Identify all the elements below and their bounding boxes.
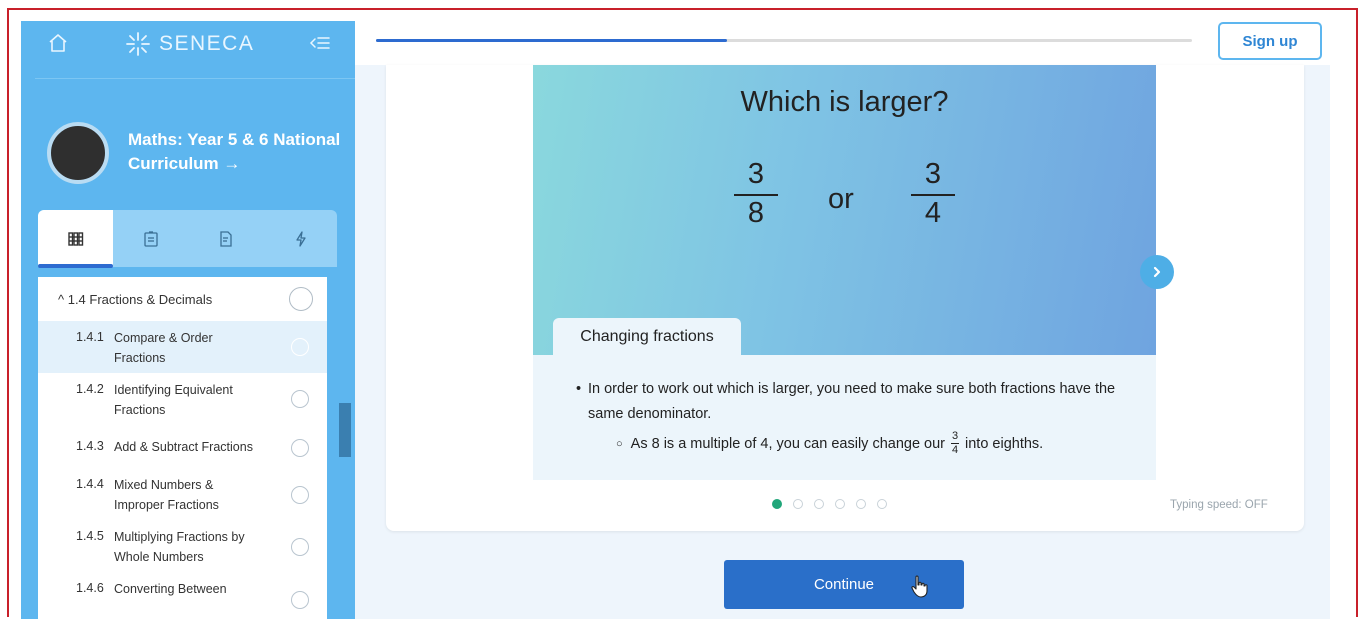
list-item[interactable]: 1.4.6 Converting Between (38, 573, 327, 619)
item-number: 1.4.4 (76, 477, 104, 491)
document-icon (219, 230, 232, 247)
slide-dot[interactable] (835, 499, 845, 509)
fraction-b-numerator: 3 (924, 158, 942, 190)
inline-fraction-denominator: 4 (951, 444, 959, 456)
item-label: Identifying Equivalent Fractions (114, 383, 233, 417)
collapse-sidebar-icon[interactable] (309, 34, 331, 52)
slide-dots (772, 499, 887, 509)
sidebar-scrollbar[interactable] (339, 403, 351, 457)
item-label: Mixed Numbers & Improper Fractions (114, 478, 219, 512)
notes-icon (143, 230, 158, 247)
item-progress-icon (291, 591, 309, 609)
tab-notes[interactable] (113, 210, 188, 267)
inline-fraction-numerator: 3 (951, 430, 959, 442)
tab-document[interactable] (188, 210, 263, 267)
tab-quick[interactable] (263, 210, 338, 267)
item-progress-icon (291, 338, 309, 356)
sidebar: SENECA Maths: Year 5 & 6 National Curric… (21, 21, 355, 619)
item-label: Multiplying Fractions by Whole Numbers (114, 530, 245, 564)
typing-speed-toggle[interactable]: Typing speed: OFF (1170, 499, 1268, 511)
top-bar (355, 21, 1330, 65)
sidebar-header: SENECA (21, 21, 355, 79)
item-number: 1.4.1 (76, 330, 104, 344)
sidebar-divider (35, 78, 355, 79)
course-avatar[interactable] (47, 122, 109, 184)
sign-up-button[interactable]: Sign up (1218, 22, 1322, 60)
slide-dot[interactable] (877, 499, 887, 509)
info-bullet-2: ○ As 8 is a multiple of 4, you can easil… (616, 431, 1146, 456)
topic-list: ^ 1.4 Fractions & Decimals 1.4.1 Compare… (38, 277, 327, 619)
bullet-2-text-before: As 8 is a multiple of 4, you can easily … (630, 435, 945, 452)
info-bullet-1: • In order to work out which is larger, … (572, 377, 1132, 427)
item-label: Add & Subtract Fractions (114, 440, 253, 454)
tab-books[interactable] (38, 210, 113, 267)
list-item[interactable]: 1.4.3 Add & Subtract Fractions (38, 425, 327, 469)
slide-dot[interactable] (856, 499, 866, 509)
or-word: or (828, 183, 854, 215)
fraction-b: 3 4 (911, 158, 955, 230)
list-item[interactable]: 1.4.1 Compare & Order Fractions (38, 321, 327, 373)
item-progress-icon (291, 390, 309, 408)
lesson-progress-bar (376, 39, 1192, 42)
bullet-dot: • (576, 381, 582, 397)
section-label: ^ 1.4 Fractions & Decimals (58, 291, 213, 307)
question-text: Which is larger? (740, 86, 949, 118)
item-progress-icon (291, 538, 309, 556)
item-label: Converting Between (114, 582, 227, 596)
sidebar-tabbar (38, 210, 337, 267)
course-title-link[interactable]: Maths: Year 5 & 6 National Curriculum → (128, 128, 348, 176)
fraction-a-denominator: 8 (747, 197, 765, 229)
logo-text: SENECA (159, 32, 255, 55)
active-tab-indicator (38, 264, 113, 268)
slide-dot[interactable] (793, 499, 803, 509)
next-slide-button[interactable] (1140, 255, 1174, 289)
list-item[interactable]: 1.4.5 Multiplying Fractions by Whole Num… (38, 521, 327, 573)
lesson-progress-fill (376, 39, 727, 42)
bullet-2-text-after: into eighths. (965, 435, 1044, 452)
hand-cursor-icon (911, 575, 928, 598)
home-icon[interactable] (47, 32, 69, 54)
fraction-a-bar (734, 194, 778, 196)
item-progress-icon (291, 439, 309, 457)
fraction-a-numerator: 3 (747, 158, 765, 190)
chevron-right-icon (1153, 266, 1161, 278)
section-progress-icon (289, 287, 313, 311)
bullet-1-text: In order to work out which is larger, yo… (588, 381, 1116, 422)
item-number: 1.4.3 (76, 439, 104, 453)
item-number: 1.4.5 (76, 529, 104, 543)
section-header[interactable]: ^ 1.4 Fractions & Decimals (38, 277, 327, 321)
lightning-icon (295, 230, 306, 247)
fraction-b-denominator: 4 (924, 197, 942, 229)
seneca-logo[interactable]: SENECA (125, 31, 254, 57)
fraction-b-bar (911, 194, 955, 196)
bullet-circle: ○ (616, 437, 623, 450)
item-number: 1.4.2 (76, 382, 104, 396)
item-progress-icon (291, 486, 309, 504)
sparkle-icon (126, 32, 150, 56)
slide-dot[interactable] (772, 499, 782, 509)
fraction-a: 3 8 (734, 158, 778, 230)
item-label: Compare & Order Fractions (114, 331, 213, 365)
item-number: 1.4.6 (76, 581, 104, 595)
slide-dot[interactable] (814, 499, 824, 509)
list-item[interactable]: 1.4.4 Mixed Numbers & Improper Fractions (38, 469, 327, 521)
info-title: Changing fractions (553, 318, 741, 355)
books-icon (67, 231, 83, 246)
list-item[interactable]: 1.4.2 Identifying Equivalent Fractions (38, 373, 327, 425)
inline-fraction: 3 4 (951, 431, 959, 456)
